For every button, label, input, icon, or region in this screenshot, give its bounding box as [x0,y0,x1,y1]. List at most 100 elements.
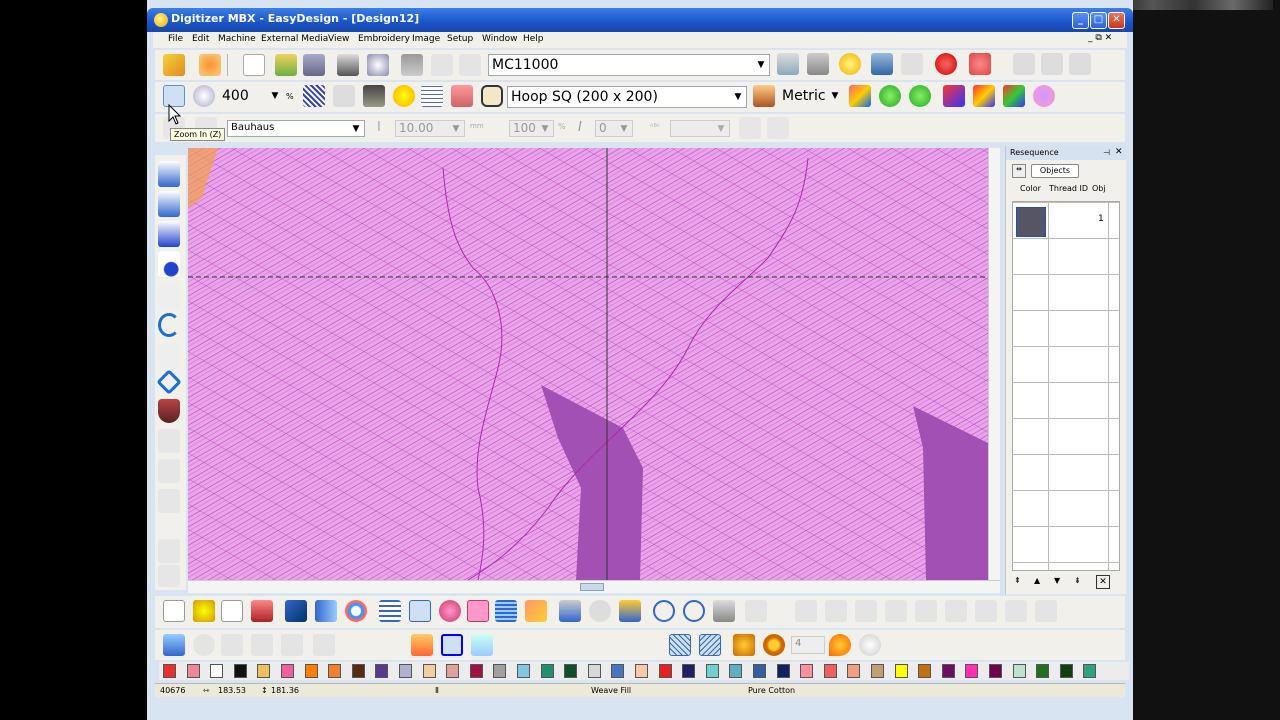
italic-angle-input[interactable]: 0 ▼ [595,120,633,137]
move-down-icon[interactable]: ▼ [1054,576,1060,585]
pin-icon[interactable]: ⊣ [1103,148,1110,157]
color-swatch[interactable] [1016,207,1046,237]
hoop-icon[interactable] [481,85,503,107]
send-to-machine-icon[interactable] [777,53,799,75]
wave-icon[interactable] [495,600,517,622]
shirt-icon[interactable] [251,634,273,656]
palette-swatch[interactable] [587,664,601,678]
reshape-icon[interactable] [251,600,273,622]
space-h-icon[interactable] [975,600,997,622]
print-preview-icon[interactable] [367,54,389,76]
fill-rect-icon[interactable] [158,221,180,247]
close-panel-icon[interactable]: ✕ [1115,147,1123,157]
cross-icon[interactable] [467,600,489,622]
title-bar[interactable]: Digitizer MBX - EasyDesign - [Design12] … [147,8,1133,32]
colors-icon[interactable] [943,85,965,107]
repeat-count-input[interactable]: 4 [791,636,825,654]
cap-icon[interactable] [281,634,303,656]
palette-swatch[interactable] [446,664,460,678]
cut-icon[interactable] [401,54,423,76]
thread-palette-icon[interactable] [411,634,433,656]
rotate-icon[interactable] [345,600,367,622]
palette-swatch[interactable] [1083,664,1097,678]
palette-swatch[interactable] [658,664,672,678]
paste-icon[interactable] [459,54,481,76]
palette-swatch[interactable] [1036,664,1050,678]
find-icon[interactable] [839,53,861,75]
tools-icon[interactable] [807,53,829,75]
palette-swatch[interactable] [564,664,578,678]
vertical-scrollbar[interactable] [988,148,1000,580]
menu-external-media[interactable]: External Media [261,34,328,44]
node-icon[interactable] [158,343,180,367]
zoom-out-icon[interactable] [193,85,215,107]
text-effect-icon[interactable] [767,117,789,139]
palette-swatch[interactable] [469,664,483,678]
text-height-input[interactable]: 10.00 ▼ [395,120,465,137]
tatami-icon[interactable] [379,600,401,622]
hand-icon[interactable] [163,600,185,622]
palette-swatch[interactable] [351,664,365,678]
ball-icon[interactable] [439,600,461,622]
palette-swatch[interactable] [1059,664,1073,678]
align-top-icon[interactable] [885,600,907,622]
palette-swatch[interactable] [233,664,247,678]
palette-swatch[interactable] [422,664,436,678]
align-center-icon[interactable] [825,600,847,622]
print-icon[interactable] [337,54,359,76]
color-wheel-icon[interactable] [849,85,871,107]
diamond-icon[interactable] [156,369,182,395]
spool-icon[interactable] [619,600,641,622]
circle-tool-icon[interactable] [158,313,180,337]
crosshatch-icon[interactable] [669,634,691,656]
hoop-select[interactable]: Hoop SQ (200 x 200) ▼ [507,86,747,108]
arc-icon[interactable] [158,285,180,309]
space-v-icon[interactable] [1005,600,1027,622]
lightbulb-icon[interactable] [393,85,415,107]
palette-swatch[interactable] [847,664,861,678]
pie-icon[interactable] [829,634,851,656]
menu-image[interactable]: Image [412,34,440,44]
zoom-level-select[interactable]: 400 ▼ [219,86,283,108]
open-file-icon[interactable] [275,54,297,76]
spacing-input[interactable]: ▼ [670,120,730,137]
distribute-icon[interactable] [1041,53,1063,75]
save-icon[interactable] [303,54,325,76]
palette-swatch[interactable] [163,664,176,678]
horizontal-scrollbar[interactable] [188,580,1000,593]
new-file-icon[interactable] [243,54,265,76]
redo-icon[interactable] [901,53,923,75]
flag-icon[interactable] [285,600,307,622]
knife-icon[interactable] [713,600,735,622]
layout-icon[interactable] [163,634,185,656]
delete-icon[interactable]: ✕ [1096,575,1110,589]
menu-file[interactable]: File [168,34,183,44]
tab-objects[interactable]: Objects [1031,164,1079,178]
frame-shape-icon[interactable] [733,634,755,656]
move-last-icon[interactable]: ⇟ [1074,576,1081,585]
close-button[interactable]: ✕ [1108,12,1125,29]
grid-icon[interactable] [421,85,443,107]
scissors-icon[interactable] [559,600,581,622]
move-up-icon[interactable]: ▲ [1034,576,1040,585]
star-icon[interactable] [193,600,215,622]
group-icon[interactable] [1069,53,1091,75]
font-select[interactable]: Bauhaus ▼ [227,120,365,137]
pencil-icon[interactable] [163,54,185,76]
palette-swatch[interactable] [871,664,884,678]
glasses-icon[interactable] [333,85,355,107]
wizard-icon[interactable] [199,54,221,76]
mdi-controls[interactable]: _ ⧉ ✕ [1088,33,1112,43]
circle-outline-icon[interactable] [683,600,705,622]
check-icon[interactable] [859,634,881,656]
object-list[interactable]: 1 [1012,201,1120,571]
properties-icon[interactable] [221,600,243,622]
cross-stitch-icon[interactable] [158,489,180,513]
frame-icon[interactable] [221,634,243,656]
palette-swatch[interactable] [776,664,790,678]
link-icon[interactable] [313,634,335,656]
copy-icon[interactable] [431,54,453,76]
add-letter-icon[interactable] [739,117,761,139]
ruler-icon[interactable] [753,85,775,107]
mirror-icon[interactable] [315,600,337,622]
